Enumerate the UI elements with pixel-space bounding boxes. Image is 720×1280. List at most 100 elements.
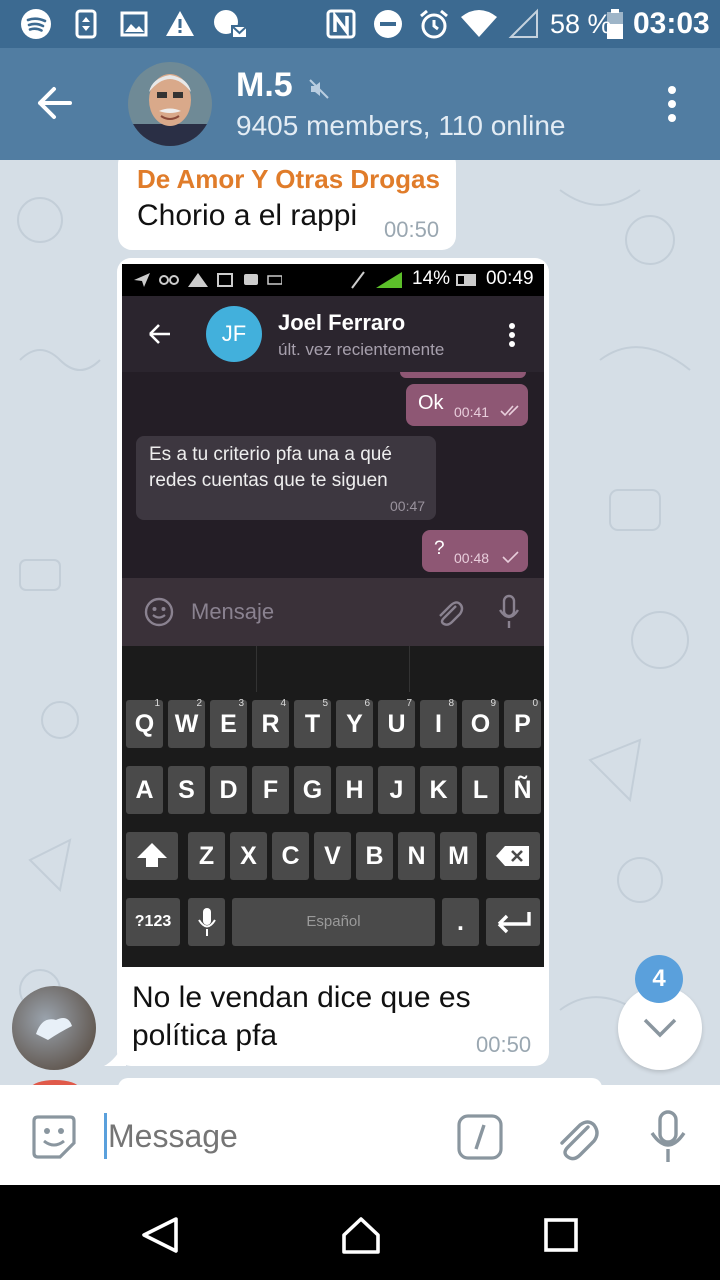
bot-command-icon[interactable] (456, 1113, 504, 1161)
keyboard-key: M (440, 832, 477, 880)
wifi-icon (461, 10, 497, 37)
key-number-hint: 7 (406, 698, 412, 709)
key-number-hint: 4 (280, 698, 286, 709)
message-input[interactable] (108, 1111, 428, 1161)
caption-line-2: política pfa (132, 1019, 278, 1052)
status-bar: 58 % 03:03 (0, 0, 720, 48)
sender-avatar[interactable] (12, 986, 96, 1070)
next-avatar-partial (32, 1080, 78, 1085)
keyboard-key: W2 (168, 698, 205, 748)
inner-more-icon (509, 323, 515, 347)
inner-message-time: 00:48 (454, 550, 490, 566)
keyboard-key: L (462, 766, 499, 814)
shift-key (126, 832, 178, 880)
inner-message-text: Es a tu criterio pfa una a qué (149, 444, 392, 465)
system-nav-bar (0, 1185, 720, 1280)
nfc-icon (326, 9, 356, 39)
group-avatar[interactable] (128, 62, 212, 146)
message-time: 00:50 (476, 1032, 532, 1057)
message-bubble[interactable]: De Amor Y Otras Drogas Chorio a el rappi… (118, 160, 456, 250)
keyboard-mic-icon (197, 908, 216, 936)
key-number-hint: 3 (238, 698, 244, 709)
key-number-hint: 0 (532, 698, 538, 709)
signal-icon (508, 8, 538, 38)
embedded-screenshot[interactable]: 14% 00:49 JF Joel Ferraro últ. vez recie… (122, 264, 544, 967)
text-cursor (104, 1113, 107, 1159)
inner-back-arrow-icon (149, 324, 170, 344)
keyboard-key: Ñ (504, 766, 541, 814)
nav-back-icon[interactable] (140, 1215, 180, 1255)
shift-arrow-icon (137, 843, 167, 867)
back-arrow-icon[interactable] (36, 84, 74, 122)
backspace-icon (496, 846, 529, 866)
spotify-icon (21, 9, 51, 39)
do-not-disturb-icon (374, 10, 402, 38)
nav-recents-icon[interactable] (543, 1217, 579, 1253)
keyboard-key: I8 (420, 698, 457, 748)
inner-outgoing-bubble: ? 00:48 (422, 530, 528, 572)
inner-message-text: redes cuentas que te siguen (149, 470, 388, 491)
keyboard-key: D (210, 766, 247, 814)
unread-badge[interactable]: 4 (635, 955, 683, 1003)
inner-incoming-bubble: Es a tu criterio pfa una a qué redes cue… (136, 436, 436, 520)
inner-message-time: 00:41 (454, 404, 490, 420)
keyboard-key: R4 (252, 698, 289, 748)
alert-icon (166, 11, 194, 36)
message-input-bar (0, 1085, 720, 1185)
inner-emoji-icon (144, 597, 174, 627)
next-message-partial (118, 1078, 602, 1085)
space-key: Español (232, 898, 435, 946)
enter-icon (497, 912, 531, 934)
keyboard-key: A (126, 766, 163, 814)
inner-input-placeholder: Mensaje (191, 599, 275, 624)
chat-subtitle[interactable]: 9405 members, 110 online (236, 110, 565, 142)
symbols-key: ?123 (126, 898, 180, 946)
gallery-icon (120, 11, 148, 37)
muted-icon (309, 79, 329, 99)
inner-chat: Ok 00:41 Es a tu criterio pfa una a qué … (122, 372, 544, 578)
keyboard-mic-key (188, 898, 225, 946)
more-vert-icon[interactable] (662, 84, 682, 124)
attach-icon[interactable] (552, 1111, 600, 1163)
contact-status: últ. vez recientemente (278, 340, 445, 359)
chat-header: M.5 9405 members, 110 online (0, 48, 720, 160)
keyboard-key: H (336, 766, 373, 814)
keyboard-key: P0 (504, 698, 541, 748)
app-notification-icon (214, 10, 248, 39)
inner-battery-icon (456, 274, 476, 286)
keyboard-key: Y6 (336, 698, 373, 748)
backspace-key (486, 832, 540, 880)
keyboard-key: C (272, 832, 309, 880)
key-number-hint: 6 (364, 698, 370, 709)
enter-key (486, 898, 540, 946)
contact-name: Joel Ferraro (278, 310, 406, 335)
inner-keyboard: Q 1 W 2 E 3 R 4 T 5 Y 6 U 7 I 8 O 9 P 0 A S D F G H J K L Ñ Z X C V B N M ?12… (122, 646, 544, 967)
inner-header: JF Joel Ferraro últ. vez recientemente (122, 296, 544, 372)
inner-battery-percent: 14% (412, 268, 451, 289)
period-key: . (442, 898, 479, 946)
key-number-hint: 2 (196, 698, 202, 709)
chat-title[interactable]: M.5 (236, 66, 293, 105)
inner-bubble-partial (400, 372, 526, 378)
keyboard-key: J (378, 766, 415, 814)
inner-message-text: ? (434, 538, 445, 559)
keyboard-key: K (420, 766, 457, 814)
double-check-icon (500, 405, 519, 417)
keyboard-key: S (168, 766, 205, 814)
keyboard-key: T5 (294, 698, 331, 748)
caption-line-1: No le vendan dice que es (132, 981, 471, 1014)
nav-home-icon[interactable] (340, 1215, 382, 1255)
inner-signal-icon (351, 271, 402, 289)
inner-outgoing-bubble: Ok 00:41 (406, 384, 528, 426)
inner-status-bar: 14% 00:49 (122, 264, 544, 296)
sticker-icon[interactable] (30, 1113, 78, 1161)
key-number-hint: 8 (448, 698, 454, 709)
inner-attach-icon (439, 601, 464, 626)
keyboard-key: Q1 (126, 698, 163, 748)
inner-message-time: 00:47 (390, 498, 426, 514)
mic-icon[interactable] (648, 1109, 688, 1165)
sender-name[interactable]: De Amor Y Otras Drogas (137, 164, 440, 195)
keyboard-key: V (314, 832, 351, 880)
message-time: 00:50 (384, 217, 440, 242)
keyboard-key: N (398, 832, 435, 880)
